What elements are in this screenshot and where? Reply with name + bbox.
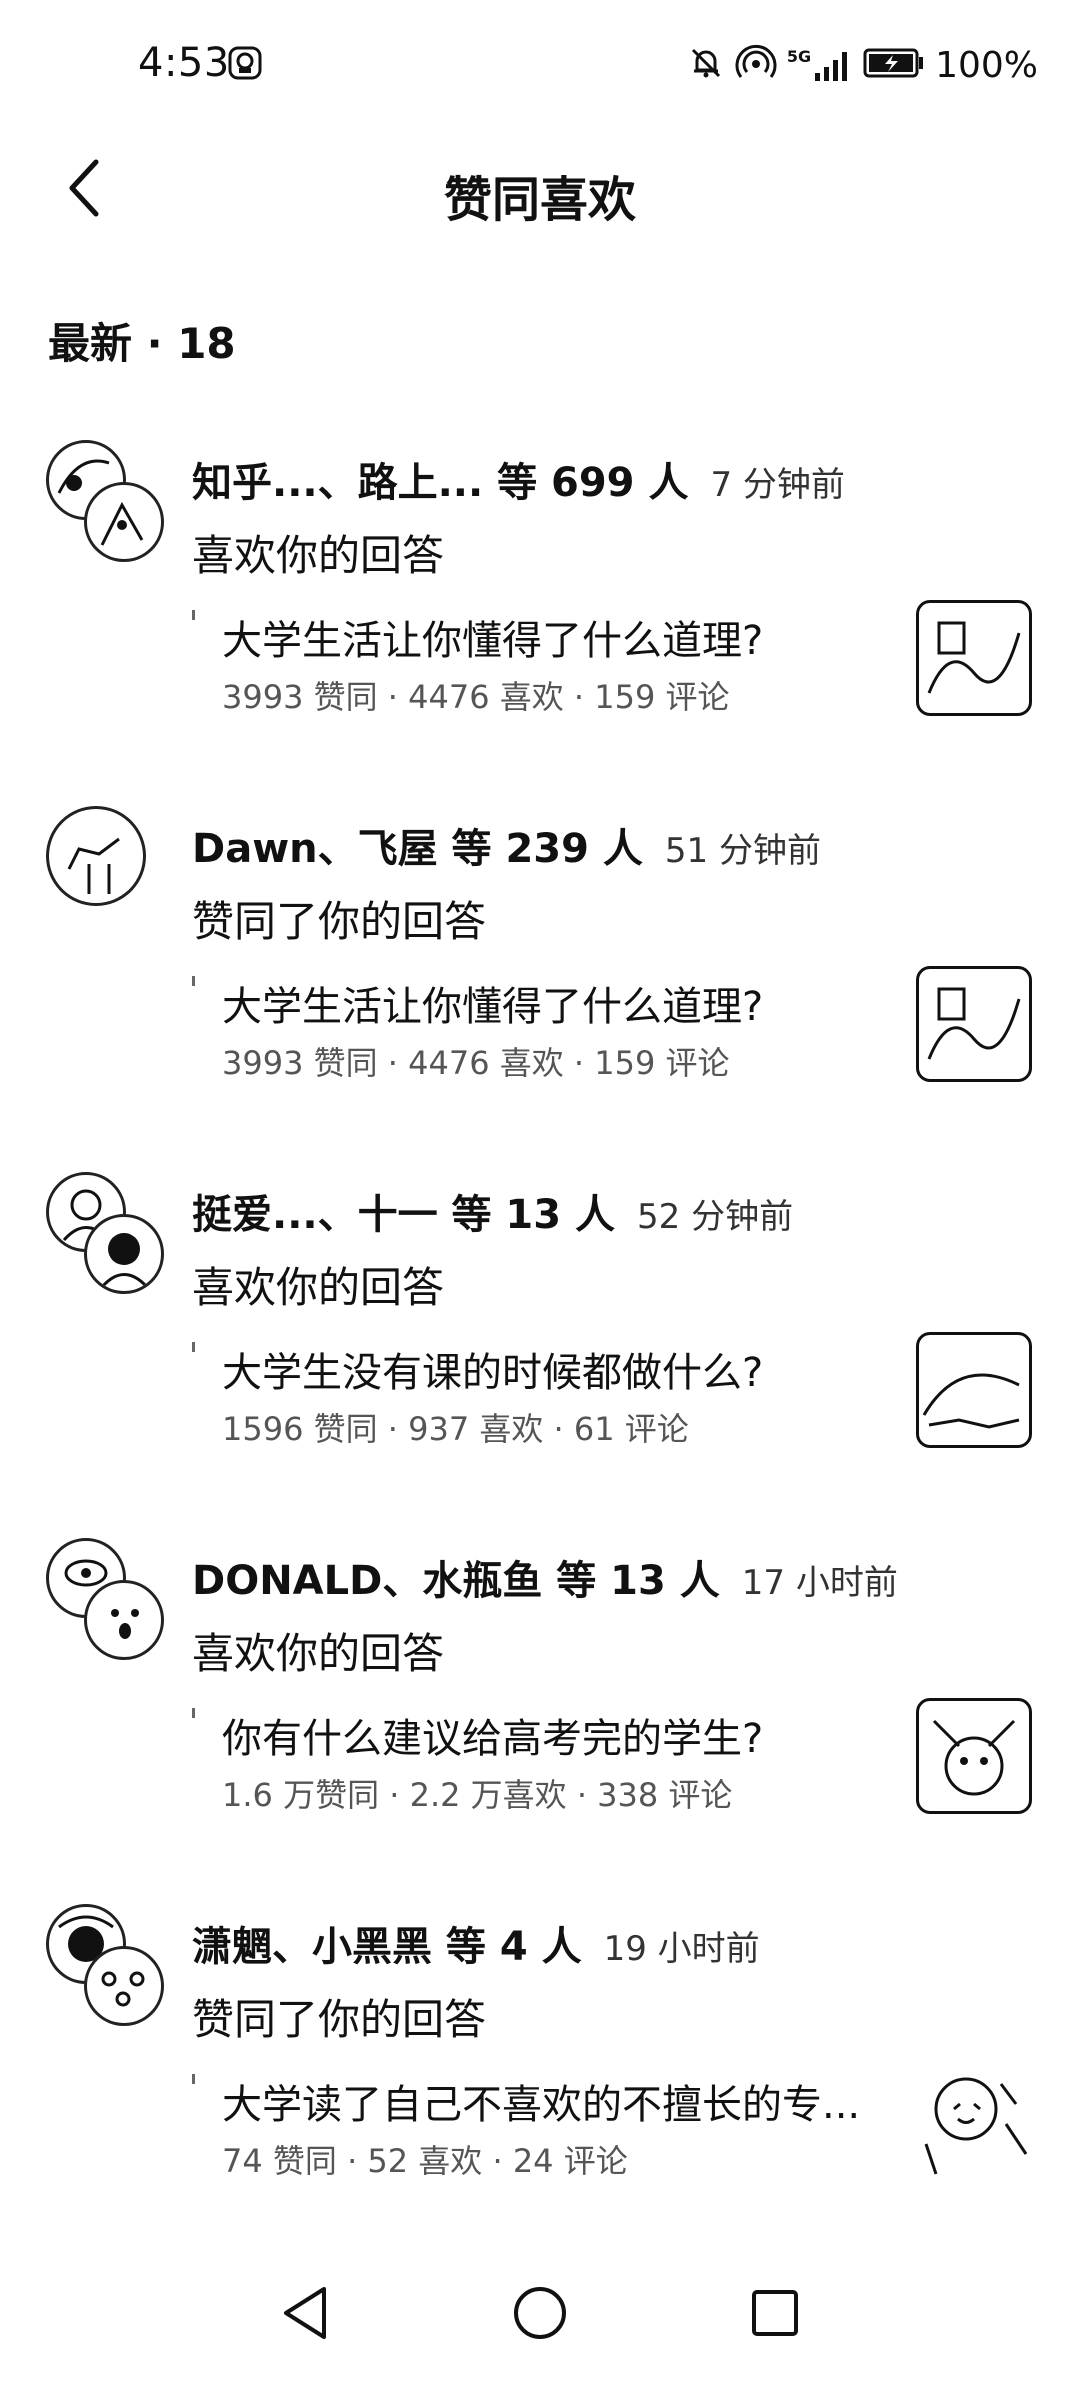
nav-recent-icon [750, 2288, 800, 2342]
notification-action: 赞同了你的回答 [192, 897, 487, 946]
battery-icon [863, 46, 925, 84]
answer-card[interactable]: 你有什么建议给高考完的学生? 1.6 万赞同 · 2.2 万喜欢 · 338 评… [192, 1698, 1032, 1828]
notification-action: 喜欢你的回答 [192, 531, 445, 580]
card-divider [192, 610, 195, 620]
notification-users[interactable]: 知乎...、路上... 等 699 人 [192, 450, 688, 508]
battery-percent: 100% [935, 44, 1038, 86]
navigation-bar [0, 2230, 1080, 2400]
signal-label: 5G [786, 47, 812, 66]
card-divider [192, 2074, 195, 2084]
answer-thumbnail[interactable] [916, 600, 1032, 716]
notification-item[interactable]: DONALD、水瓶鱼 等 13 人 17 小时前 喜欢你的回答 你有什么建议给高… [0, 1528, 1080, 1894]
answer-card[interactable]: 大学生没有课的时候都做什么? 1596 赞同 · 937 喜欢 · 61 评论 [192, 1332, 1032, 1462]
header: 赞同喜欢 [0, 140, 1080, 250]
notification-time: 17 小时前 [741, 1563, 898, 1603]
section-label: 最新 · 18 [48, 319, 236, 368]
notification-header: DONALD、水瓶鱼 等 13 人 17 小时前 [192, 1548, 898, 1606]
page: 4:53 5G 100% 赞同喜欢 最新 · 18 知乎...、路上... 等 … [0, 0, 1080, 2400]
card-divider [192, 1342, 195, 1352]
status-time: 4:53 [138, 40, 230, 86]
nav-back-button[interactable] [270, 2280, 340, 2350]
avatar [46, 806, 146, 906]
nav-recent-button[interactable] [740, 2280, 810, 2350]
status-icons: 5G 100% [687, 40, 1038, 90]
status-bar: 4:53 5G 100% [0, 0, 1080, 130]
avatar-stack[interactable] [46, 440, 176, 570]
notification-time: 19 小时前 [603, 1929, 760, 1969]
notification-time: 7 分钟前 [710, 465, 845, 505]
answer-question[interactable]: 大学读了自己不喜欢的不擅长的专... [222, 2072, 882, 2130]
nav-home-button[interactable] [505, 2280, 575, 2350]
answer-stats: 3993 赞同 · 4476 喜欢 · 159 评论 [222, 678, 730, 716]
avatar-stack[interactable] [46, 1172, 176, 1302]
nav-home-icon [512, 2285, 568, 2345]
answer-question[interactable]: 大学生活让你懂得了什么道理? [222, 974, 882, 1032]
card-divider [192, 1708, 195, 1718]
notification-item[interactable]: 潇魍、小黑黑 等 4 人 19 小时前 赞同了你的回答 大学读了自己不喜欢的不擅… [0, 1894, 1080, 2260]
avatar-stack[interactable] [46, 806, 176, 936]
answer-stats: 1596 赞同 · 937 喜欢 · 61 评论 [222, 1410, 689, 1448]
answer-thumbnail[interactable] [916, 966, 1032, 1082]
answer-stats: 1.6 万赞同 · 2.2 万喜欢 · 338 评论 [222, 1776, 733, 1814]
nav-back-icon [280, 2285, 330, 2345]
answer-thumbnail[interactable] [916, 1698, 1032, 1814]
notification-item[interactable]: Dawn、飞屋 等 239 人 51 分钟前 赞同了你的回答 大学生活让你懂得了… [0, 796, 1080, 1162]
notification-header: 挺爱...、十一 等 13 人 52 分钟前 [192, 1182, 793, 1240]
app-notification-icon [228, 46, 262, 80]
notification-list: 知乎...、路上... 等 699 人 7 分钟前 喜欢你的回答 大学生活让你懂… [0, 430, 1080, 2260]
avatar [84, 1580, 164, 1660]
notification-users[interactable]: Dawn、飞屋 等 239 人 [192, 816, 643, 874]
answer-question[interactable]: 大学生没有课的时候都做什么? [222, 1340, 882, 1398]
notification-action: 喜欢你的回答 [192, 1263, 445, 1312]
answer-card[interactable]: 大学读了自己不喜欢的不擅长的专... 74 赞同 · 52 喜欢 · 24 评论 [192, 2064, 1032, 2194]
avatar [84, 1946, 164, 2026]
notification-item[interactable]: 挺爱...、十一 等 13 人 52 分钟前 喜欢你的回答 大学生没有课的时候都… [0, 1162, 1080, 1528]
answer-thumbnail[interactable] [916, 2064, 1032, 2180]
notification-header: 知乎...、路上... 等 699 人 7 分钟前 [192, 450, 845, 508]
notification-action: 赞同了你的回答 [192, 1995, 487, 2044]
answer-thumbnail[interactable] [916, 1332, 1032, 1448]
notification-header: Dawn、飞屋 等 239 人 51 分钟前 [192, 816, 821, 874]
notification-item[interactable]: 知乎...、路上... 等 699 人 7 分钟前 喜欢你的回答 大学生活让你懂… [0, 430, 1080, 796]
card-divider [192, 976, 195, 986]
answer-stats: 74 赞同 · 52 喜欢 · 24 评论 [222, 2142, 628, 2180]
mute-icon [687, 44, 725, 86]
notification-users[interactable]: 潇魍、小黑黑 等 4 人 [192, 1914, 582, 1972]
notification-action: 喜欢你的回答 [192, 1629, 445, 1678]
answer-question[interactable]: 大学生活让你懂得了什么道理? [222, 608, 882, 666]
hotspot-icon [735, 44, 777, 86]
answer-stats: 3993 赞同 · 4476 喜欢 · 159 评论 [222, 1044, 730, 1082]
notification-time: 51 分钟前 [664, 831, 821, 871]
answer-card[interactable]: 大学生活让你懂得了什么道理? 3993 赞同 · 4476 喜欢 · 159 评… [192, 600, 1032, 730]
avatar [84, 1214, 164, 1294]
avatar-stack[interactable] [46, 1538, 176, 1668]
signal-5g-icon: 5G [787, 47, 853, 83]
answer-question[interactable]: 你有什么建议给高考完的学生? [222, 1706, 882, 1764]
avatar-stack[interactable] [46, 1904, 176, 2034]
page-title: 赞同喜欢 [443, 172, 636, 228]
avatar [84, 482, 164, 562]
notification-header: 潇魍、小黑黑 等 4 人 19 小时前 [192, 1914, 760, 1972]
answer-card[interactable]: 大学生活让你懂得了什么道理? 3993 赞同 · 4476 喜欢 · 159 评… [192, 966, 1032, 1096]
notification-users[interactable]: DONALD、水瓶鱼 等 13 人 [192, 1548, 720, 1606]
notification-users[interactable]: 挺爱...、十一 等 13 人 [192, 1182, 615, 1240]
notification-time: 52 分钟前 [637, 1197, 794, 1237]
